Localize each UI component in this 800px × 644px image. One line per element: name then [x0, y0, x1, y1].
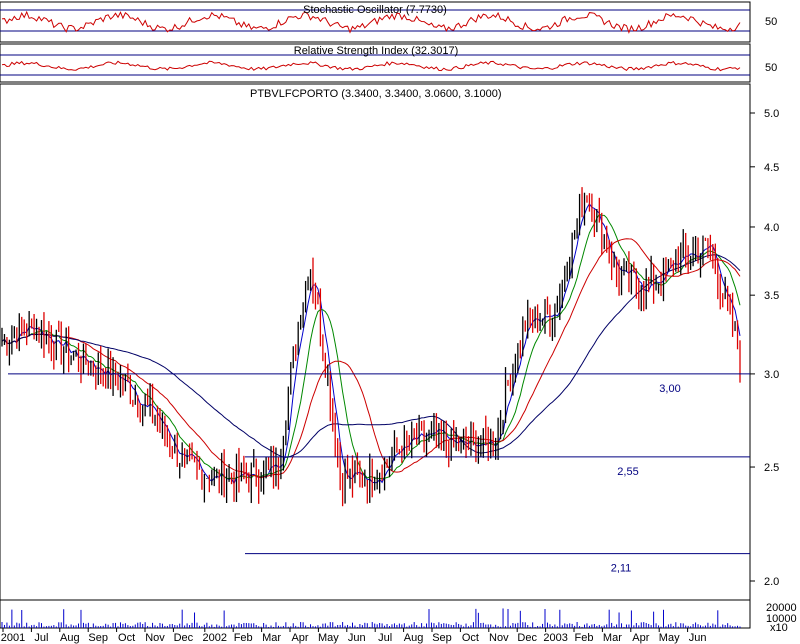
y-tick-label: 2.0 — [764, 576, 779, 588]
stochastic-title: Stochastic Oscillator (7.7730) — [303, 4, 447, 16]
x-tick-label: Nov — [145, 632, 165, 644]
y-tick-label: 3.0 — [764, 369, 779, 381]
x-tick-label: Nov — [489, 632, 509, 644]
rsi-title: Relative Strength Index (32.3017) — [294, 45, 459, 57]
y-tick-label: 5.0 — [764, 108, 779, 120]
x-tick-label: Jul — [378, 632, 392, 644]
support-label: 3,00 — [659, 383, 680, 395]
support-label: 2,11 — [611, 563, 632, 575]
x-tick-label: Jun — [348, 632, 366, 644]
x-tick-label: Feb — [575, 632, 594, 644]
price-axis: 5.0 4.5 4.0 3.5 3.0 2.5 2.0 — [750, 108, 779, 588]
x-tick-label: Apr — [632, 632, 649, 644]
y-tick-label: 4.5 — [764, 162, 779, 174]
price-title: PTBVLFCPORTO (3.3400, 3.3400, 3.0600, 3.… — [250, 88, 502, 100]
x-tick-label: Jun — [689, 632, 707, 644]
x-tick-label: 2003 — [543, 632, 567, 644]
stochastic-tick-label: 50 — [765, 16, 777, 28]
y-tick-label: 4.0 — [764, 222, 779, 234]
x-tick-label: Apr — [291, 632, 308, 644]
x-tick-label: May — [659, 632, 680, 644]
date-axis: 2001 Jul Aug Sep Oct Nov Dec 2002 Feb Mar Apr May Ju… — [1, 628, 707, 644]
x-tick-label: Aug — [60, 632, 80, 644]
stock-chart: Stochastic Oscillator (7.7730) 50 Relati… — [0, 1, 797, 644]
x-tick-label: Aug — [404, 632, 424, 644]
x-tick-label: Dec — [174, 632, 194, 644]
x-tick-label: Mar — [262, 632, 281, 644]
x-tick-label: Mar — [603, 632, 622, 644]
x-tick-label: Jul — [34, 632, 48, 644]
rsi-tick-label: 50 — [765, 62, 777, 74]
x-tick-label: 2002 — [203, 632, 227, 644]
x-tick-label: Oct — [462, 632, 479, 644]
price-panel — [0, 83, 751, 601]
x-tick-label: Oct — [118, 632, 135, 644]
y-tick-label: 2.5 — [764, 462, 779, 474]
x-tick-label: Sep — [88, 632, 108, 644]
volume-unit-label: x10 — [770, 622, 788, 634]
x-tick-label: Dec — [517, 632, 537, 644]
support-label: 2,55 — [617, 466, 638, 478]
x-tick-label: 2001 — [1, 632, 25, 644]
x-tick-label: Feb — [234, 632, 253, 644]
x-tick-label: Sep — [432, 632, 452, 644]
y-tick-label: 3.5 — [764, 290, 779, 302]
x-tick-label: May — [318, 632, 339, 644]
